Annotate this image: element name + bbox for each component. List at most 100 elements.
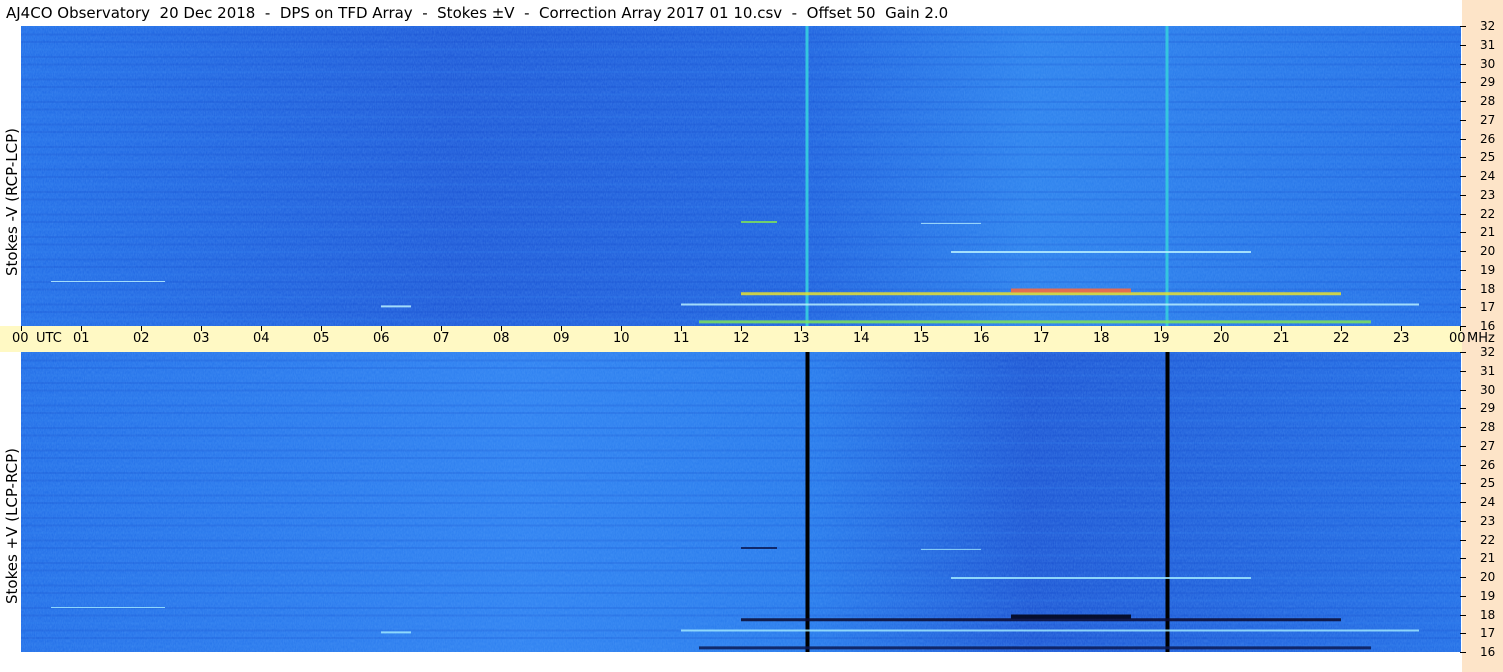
- y-tick-mark: [1460, 232, 1466, 234]
- time-tick-label: 01: [73, 331, 90, 346]
- y-tick-mark: [1460, 307, 1466, 309]
- y-tick-label: 26: [1480, 457, 1496, 472]
- y-tick-label: 20: [1480, 244, 1496, 258]
- y-tick-label: 30: [1480, 56, 1496, 71]
- utc-label: UTC: [36, 331, 62, 346]
- panel-bottom-plot: [21, 352, 1461, 652]
- time-tick-mark: [981, 326, 982, 331]
- y-tick-mark: [1460, 633, 1466, 635]
- y-tick-label: 21: [1480, 225, 1496, 240]
- y-tick-mark: [1460, 408, 1466, 410]
- y-tick-mark: [1460, 194, 1466, 196]
- interference-line: [1165, 26, 1169, 326]
- time-tick-label: 07: [433, 331, 450, 346]
- time-tick-label: 15: [913, 331, 930, 346]
- time-tick-label: 22: [1333, 331, 1350, 346]
- burst-streak: [741, 547, 777, 549]
- y-tick-mark: [1460, 176, 1466, 177]
- y-tick-label: 16: [1480, 645, 1496, 659]
- y-tick-mark: [1460, 539, 1466, 541]
- y-tick-mark: [1460, 44, 1466, 46]
- burst-streak: [1011, 288, 1131, 293]
- burst-streak: [681, 303, 1419, 306]
- y-tick-label: 25: [1480, 150, 1496, 165]
- y-tick-label: 22: [1480, 206, 1496, 221]
- time-tick-label: 14: [853, 331, 870, 346]
- time-tick-mark: [1041, 326, 1042, 331]
- time-tick-mark: [921, 326, 922, 331]
- y-tick-mark: [1460, 483, 1466, 485]
- interference-line: [1165, 352, 1170, 652]
- time-tick-mark: [201, 326, 202, 331]
- y-tick-label: 29: [1480, 75, 1496, 90]
- burst-streak: [921, 548, 981, 550]
- time-tick-mark: [801, 326, 802, 331]
- y-tick-label: 30: [1480, 382, 1496, 397]
- time-tick-label: 12: [733, 331, 750, 346]
- time-tick-label: 04: [253, 331, 270, 346]
- time-tick-mark: [741, 326, 742, 331]
- burst-streak: [699, 320, 1371, 324]
- y-tick-mark: [1460, 352, 1466, 353]
- y-tick-mark: [1460, 63, 1466, 65]
- time-tick-label: 00: [1449, 331, 1466, 346]
- y-tick-mark: [1460, 614, 1466, 616]
- time-tick-label: 00: [12, 331, 29, 346]
- time-tick-mark: [861, 326, 862, 331]
- y-tick-label: 22: [1480, 532, 1496, 547]
- time-tick-mark: [81, 326, 82, 331]
- y-tick-mark: [1460, 269, 1466, 271]
- time-tick-mark: [1281, 326, 1282, 331]
- burst-streak: [921, 222, 981, 224]
- y-tick-label: 31: [1480, 363, 1496, 378]
- y-tick-label: 32: [1480, 345, 1496, 359]
- time-tick-label: 18: [1093, 331, 1110, 346]
- time-tick-mark: [561, 326, 562, 331]
- time-tick-mark: [1221, 326, 1222, 331]
- y-tick-mark: [1460, 595, 1466, 597]
- time-tick-label: 10: [613, 331, 630, 346]
- y-tick-mark: [1460, 445, 1466, 447]
- burst-streak: [699, 646, 1371, 650]
- burst-streak: [741, 221, 777, 223]
- time-tick-label: 21: [1273, 331, 1290, 346]
- time-tick-mark: [141, 326, 142, 331]
- y-tick-label: 23: [1480, 187, 1496, 202]
- time-tick-label: 03: [193, 331, 210, 346]
- y-tick-label: 18: [1480, 607, 1496, 622]
- y-tick-mark: [1460, 101, 1466, 102]
- time-tick-label: 16: [973, 331, 990, 346]
- time-tick-mark: [681, 326, 682, 331]
- y-tick-label: 26: [1480, 131, 1496, 146]
- time-tick-mark: [381, 326, 382, 331]
- y-tick-mark: [1460, 82, 1466, 84]
- y-tick-mark: [1460, 370, 1466, 372]
- time-tick-mark: [1161, 326, 1162, 331]
- time-tick-label: 19: [1153, 331, 1170, 346]
- time-tick-mark: [441, 326, 442, 331]
- burst-streak: [1011, 614, 1131, 619]
- y-tick-mark: [1460, 288, 1466, 290]
- y-tick-label: 31: [1480, 37, 1496, 52]
- time-tick-label: 20: [1213, 331, 1230, 346]
- time-tick-mark: [261, 326, 262, 331]
- y-tick-mark: [1460, 577, 1466, 578]
- burst-streak: [381, 631, 411, 634]
- y-tick-label: 18: [1480, 281, 1496, 296]
- interference-line: [805, 26, 809, 326]
- time-tick-label: 23: [1393, 331, 1410, 346]
- time-tick-label: 05: [313, 331, 330, 346]
- time-tick-label: 11: [673, 331, 690, 346]
- burst-streak: [741, 292, 1341, 296]
- time-tick-label: 09: [553, 331, 570, 346]
- y-tick-label: 24: [1480, 169, 1496, 183]
- y-tick-label: 28: [1480, 420, 1496, 434]
- y-tick-mark: [1460, 502, 1466, 503]
- time-tick-label: 17: [1033, 331, 1050, 346]
- y-tick-mark: [1460, 464, 1466, 466]
- y-tick-label: 23: [1480, 513, 1496, 528]
- y-tick-mark: [1460, 26, 1466, 27]
- y-tick-label: 17: [1480, 300, 1496, 315]
- burst-streak: [741, 618, 1341, 622]
- time-tick-mark: [1460, 326, 1461, 331]
